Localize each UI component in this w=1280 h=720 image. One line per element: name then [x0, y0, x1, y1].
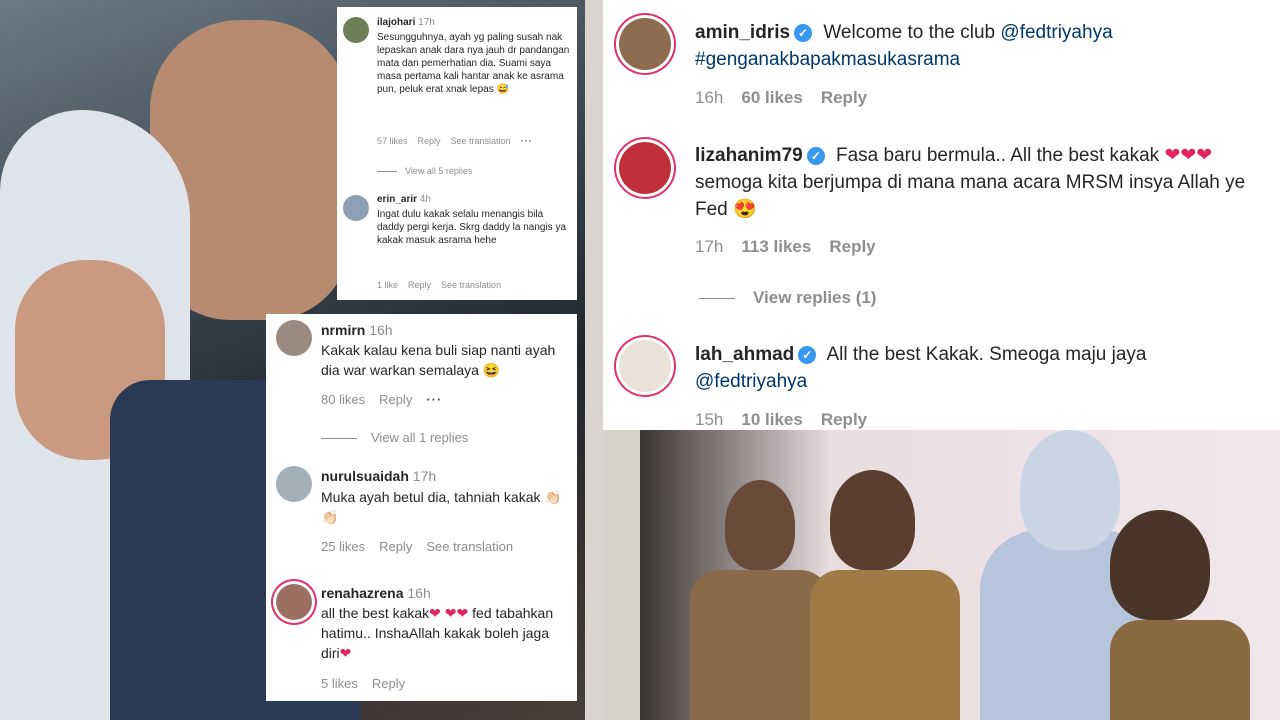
comment-meta: 57 likes Reply See translation ···: [377, 135, 572, 148]
reply-button[interactable]: Reply: [372, 676, 405, 691]
comment-text: Kakak kalau kena buli siap nanti ayah di…: [321, 342, 556, 378]
comment-likes[interactable]: 57 likes: [377, 136, 408, 146]
avatar[interactable]: [276, 584, 312, 620]
comment-body: amin_idris ✓ Welcome to the club @fedtriy…: [695, 19, 1270, 73]
comment-card-medium: nrmirn 16h Kakak kalau kena buli siap na…: [266, 314, 577, 701]
divider: [699, 298, 735, 300]
comment-likes[interactable]: 1 like: [377, 280, 398, 290]
see-translation-link[interactable]: See translation: [441, 280, 501, 290]
divider: [321, 438, 357, 440]
comment-username[interactable]: ilajohari: [377, 17, 415, 28]
comment-likes[interactable]: 10 likes: [741, 410, 802, 429]
comment-username[interactable]: lizahanim79: [695, 145, 803, 166]
comment-likes[interactable]: 5 likes: [321, 676, 358, 691]
comment-meta: 25 likes Reply See translation: [321, 537, 571, 557]
comment-text: All the best Kakak. Smeoga maju jaya: [826, 344, 1147, 365]
photo-children: [640, 430, 1280, 720]
comment-likes[interactable]: 113 likes: [741, 237, 811, 256]
reply-button[interactable]: Reply: [379, 392, 412, 407]
photo-girl-head: [1020, 430, 1120, 550]
comment-username[interactable]: nurulsuaidah: [321, 468, 409, 484]
reply-button[interactable]: Reply: [821, 410, 867, 429]
comment-time: 15h: [695, 410, 724, 429]
avatar[interactable]: [343, 195, 369, 221]
comment-card-large: amin_idris ✓ Welcome to the club @fedtriy…: [603, 0, 1280, 430]
comment-username[interactable]: renahazrena: [321, 585, 403, 601]
heart-emoji: ❤❤❤: [1164, 145, 1213, 166]
heart-emoji: ❤: [339, 645, 352, 661]
comment-meta: 5 likes Reply: [321, 674, 571, 694]
avatar[interactable]: [276, 466, 312, 502]
comment-time: 17h: [412, 468, 437, 484]
comment-text-part: semoga kita berjumpa di mana mana acara …: [695, 172, 1246, 220]
photo-child-3: [1110, 620, 1250, 720]
comment-likes[interactable]: 80 likes: [321, 392, 365, 407]
verified-badge-icon: ✓: [794, 24, 813, 42]
verified-badge-icon: ✓: [806, 147, 825, 165]
heart-emoji: ❤ ❤❤: [429, 605, 469, 621]
avatar[interactable]: [343, 17, 369, 43]
comment-time: 16h: [369, 322, 393, 338]
avatar[interactable]: [619, 142, 671, 194]
mention-link[interactable]: @fedtriyahya: [695, 371, 807, 392]
comment-username[interactable]: amin_idris: [695, 22, 790, 43]
more-options-icon[interactable]: ···: [521, 136, 533, 146]
comment-likes[interactable]: 60 likes: [741, 88, 802, 107]
photo-background-sign: [585, 0, 605, 720]
avatar[interactable]: [619, 340, 671, 392]
photo-child-2-head: [830, 470, 915, 570]
comment-meta: 1 like Reply See translation: [377, 279, 572, 292]
comment-body: lizahanim79 ✓ Fasa baru bermula.. All the…: [695, 142, 1270, 223]
comment-username[interactable]: erin_arir: [377, 194, 417, 205]
verified-badge-icon: ✓: [798, 346, 817, 364]
view-replies-link[interactable]: View replies (1): [753, 288, 876, 307]
comment-text: Ingat dulu kakak selalu menangis bila da…: [377, 209, 567, 246]
hashtag-link[interactable]: #genganakbapakmasukasrama: [695, 49, 960, 70]
comment-time: 17h: [695, 237, 724, 256]
more-options-icon[interactable]: ···: [426, 392, 442, 407]
divider: [377, 171, 397, 173]
photo-child-1: [690, 570, 830, 720]
comment-time: 16h: [695, 88, 724, 107]
avatar[interactable]: [276, 320, 312, 356]
reply-button[interactable]: Reply: [821, 88, 867, 107]
reply-button[interactable]: Reply: [408, 280, 431, 290]
comment-time: 4h: [419, 194, 431, 205]
reply-button[interactable]: Reply: [418, 136, 441, 146]
mention-link[interactable]: @fedtriyahya: [1000, 22, 1112, 43]
reply-button[interactable]: Reply: [379, 539, 412, 554]
comment-likes[interactable]: 25 likes: [321, 539, 365, 554]
comment-text: Welcome to the club: [823, 22, 996, 43]
reply-button[interactable]: Reply: [829, 237, 875, 256]
comment-meta: 17h 113 likes Reply: [695, 233, 1270, 260]
comment-time: 17h: [418, 17, 435, 28]
view-replies-link[interactable]: View all 1 replies: [371, 430, 468, 445]
comment-text: Fasa baru bermula.. All the best kakak: [836, 145, 1160, 166]
comment-time: 16h: [407, 585, 431, 601]
view-replies-row: View replies (1): [699, 284, 1274, 311]
comment-username[interactable]: nrmirn: [321, 322, 365, 338]
view-replies-link[interactable]: View all 5 replies: [405, 166, 472, 176]
comment-meta: 80 likes Reply ···: [321, 390, 571, 410]
photo-child-3-head: [1110, 510, 1210, 620]
photo-child-1-head: [725, 480, 795, 570]
comment-card-small: ilajohari 17h Sesungguhnya, ayah yg pali…: [337, 7, 577, 300]
comment-text-part: all the best kakak: [321, 605, 430, 621]
comment-meta: 15h 10 likes Reply: [695, 406, 1270, 433]
comment-text: Muka ayah betul dia, tahniah kakak 👏🏻👏🏻: [321, 489, 562, 525]
comment-text: all the best kakak❤ ❤❤ fed tabahkan hati…: [321, 603, 571, 663]
comment-username[interactable]: lah_ahmad: [695, 344, 794, 365]
comment-text: Sesungguhnya, ayah yg paling susah nak l…: [377, 32, 570, 95]
comment-meta: 16h 60 likes Reply: [695, 84, 1270, 111]
photo-child-2: [810, 570, 960, 720]
avatar[interactable]: [619, 18, 671, 70]
view-replies-row: View all 5 replies: [377, 165, 572, 178]
comment-body: lah_ahmad ✓ All the best Kakak. Smeoga ma…: [695, 341, 1270, 395]
see-translation-link[interactable]: See translation: [426, 539, 513, 554]
view-replies-row: View all 1 replies: [321, 428, 571, 448]
see-translation-link[interactable]: See translation: [451, 136, 511, 146]
